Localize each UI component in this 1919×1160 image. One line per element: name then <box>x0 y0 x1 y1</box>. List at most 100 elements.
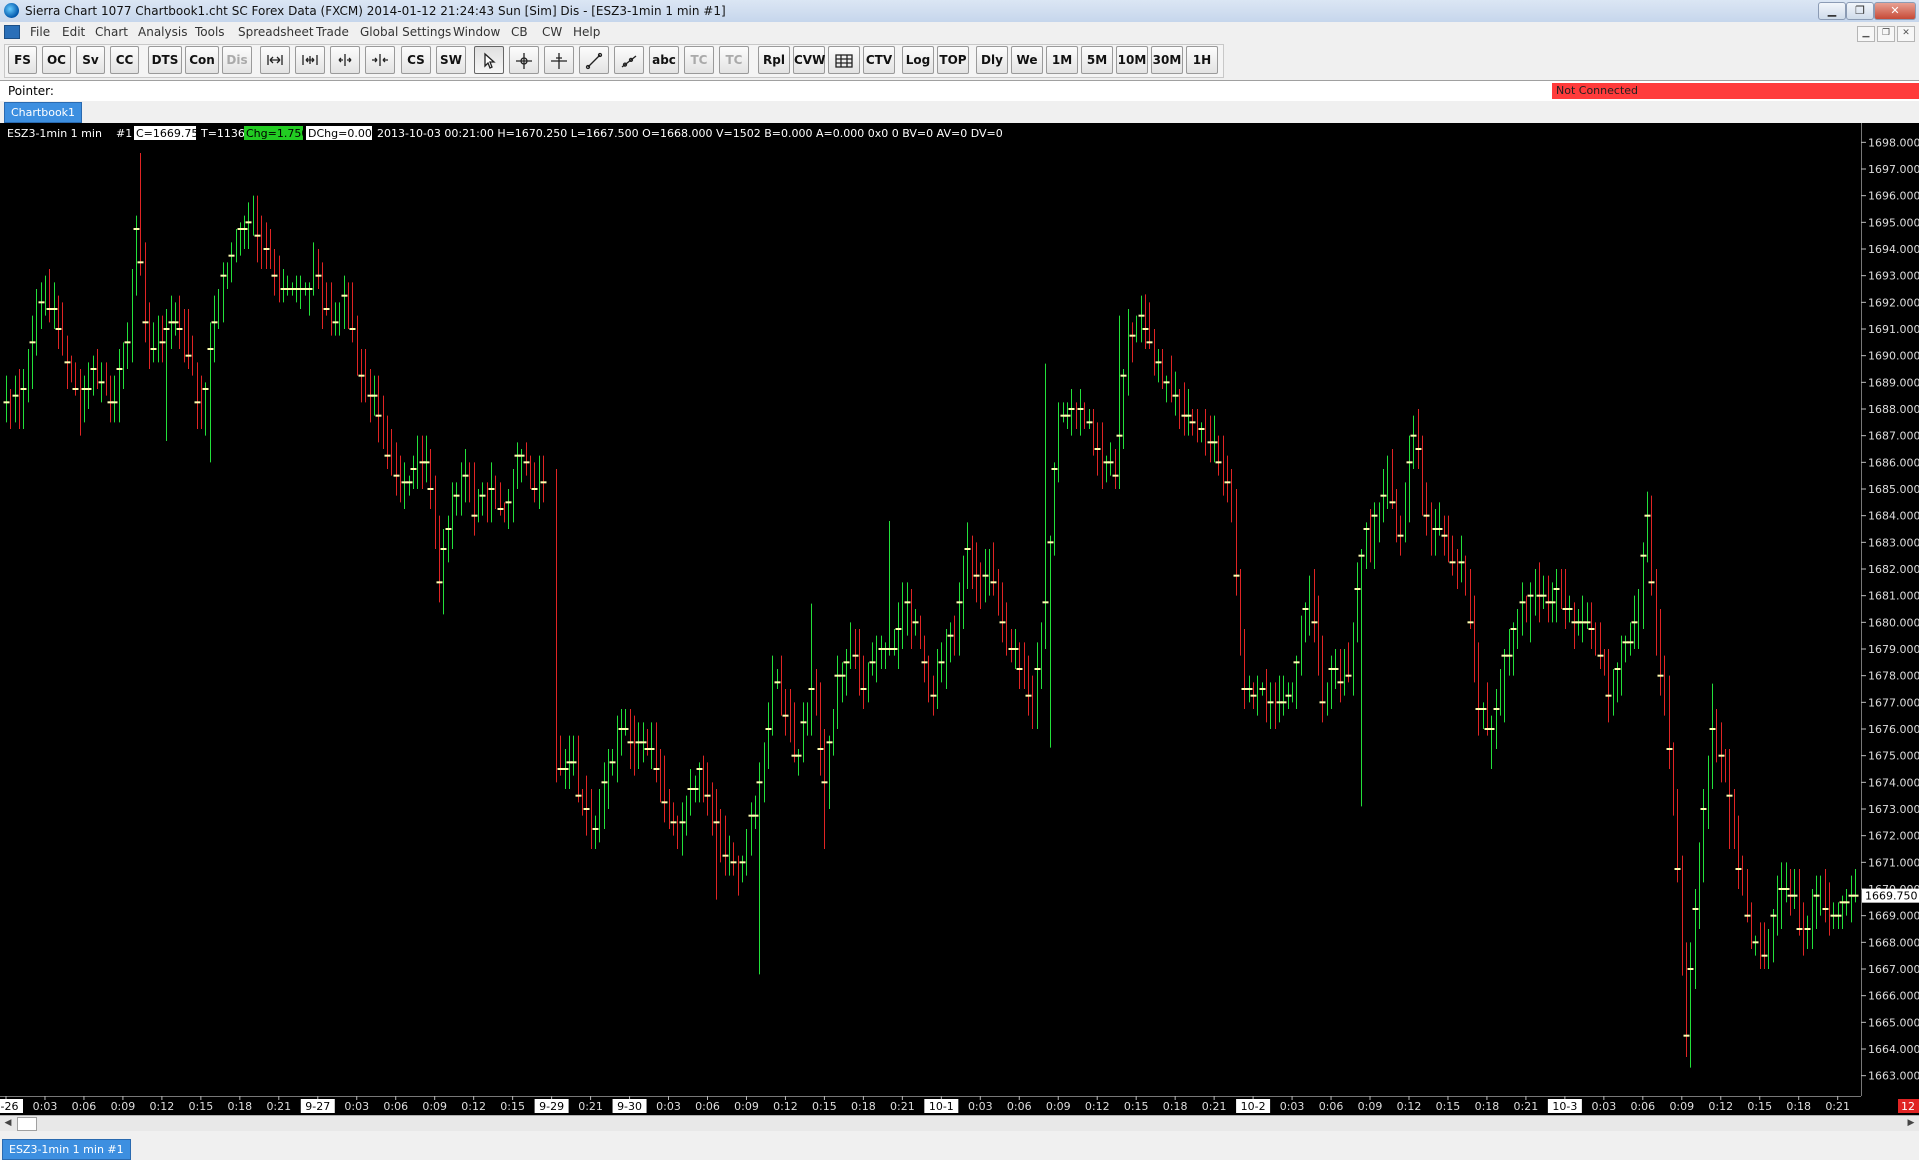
y-tick-label: 1680.000 <box>1868 616 1919 629</box>
fit-width-button[interactable] <box>260 46 290 74</box>
menu-chart[interactable]: Chart <box>95 25 128 39</box>
toolbar-button-abc[interactable]: abc <box>649 46 679 74</box>
toolbar-button-we[interactable]: We <box>1011 46 1043 74</box>
y-tick-label: 1684.000 <box>1868 510 1919 523</box>
x-tick-label: 0:09 <box>1669 1100 1694 1113</box>
menu-cw[interactable]: CW <box>542 25 562 39</box>
zoom-out-bars-button[interactable] <box>365 46 395 74</box>
x-tick-label: 0:15 <box>189 1100 214 1113</box>
restore-button[interactable]: ❐ <box>1846 2 1874 20</box>
x-tick-label: 0:12 <box>1708 1100 1733 1113</box>
toolbar-button-30m[interactable]: 30M <box>1151 46 1183 74</box>
toolbar-button-5m[interactable]: 5M <box>1081 46 1113 74</box>
draw-ray-button[interactable] <box>614 46 644 74</box>
trade-dom-button[interactable] <box>828 46 860 74</box>
toolbar-button-cvw[interactable]: CVW <box>793 46 825 74</box>
x-tick-label: 0:06 <box>1007 1100 1032 1113</box>
draw-line-icon <box>585 52 603 70</box>
toolbar-button-dis[interactable]: Dis <box>222 46 252 74</box>
zoom-in-bars-button[interactable] <box>330 46 360 74</box>
y-tick-label: 1694.000 <box>1868 243 1919 256</box>
toolbar-button-dts[interactable]: DTS <box>148 46 182 74</box>
toolbar-button-10m[interactable]: 10M <box>1116 46 1148 74</box>
scroll-left-icon[interactable]: ◀ <box>2 1117 14 1129</box>
app-logo-icon <box>4 3 19 18</box>
menu-edit[interactable]: Edit <box>62 25 85 39</box>
menu-global-settings[interactable]: Global Settings <box>360 25 451 39</box>
menu-analysis[interactable]: Analysis <box>138 25 187 39</box>
chart-area[interactable]: 1663.000 1664.000 1665.000 1666.000 1667.000… <box>0 123 1919 1115</box>
x-tick-label: 0:15 <box>500 1100 525 1113</box>
chartbook-icon[interactable] <box>4 25 20 39</box>
toolbar-button-sv[interactable]: Sv <box>76 46 105 74</box>
menu-tools[interactable]: Tools <box>195 25 225 39</box>
x-tick-label: 0:06 <box>695 1100 720 1113</box>
draw-line-button[interactable] <box>579 46 609 74</box>
x-tick-label: 0:21 <box>578 1100 603 1113</box>
x-tick-label: 9-29 <box>539 1100 564 1113</box>
expand-width-button[interactable] <box>295 46 325 74</box>
scroll-right-icon[interactable]: ▶ <box>1905 1117 1917 1129</box>
y-tick-label: 1693.000 <box>1868 270 1919 283</box>
close-button[interactable]: ✕ <box>1874 2 1916 20</box>
value-line-button[interactable] <box>544 46 574 74</box>
menu-file[interactable]: File <box>30 25 50 39</box>
x-tick-label: 0:15 <box>1436 1100 1461 1113</box>
y-tick-label: 1663.000 <box>1868 1070 1919 1083</box>
x-tick-label: 0:09 <box>111 1100 136 1113</box>
toolbar-button-tc2[interactable]: TC 2 <box>719 46 749 94</box>
x-tick-label: 0:03 <box>33 1100 58 1113</box>
scroll-thumb[interactable] <box>17 1117 37 1131</box>
horizontal-scrollbar[interactable]: ◀ ▶ <box>0 1115 1919 1131</box>
crosshair-button[interactable] <box>509 46 539 74</box>
menu-help[interactable]: Help <box>573 25 600 39</box>
y-tick-label: 1671.000 <box>1868 856 1919 869</box>
toolbar-button-oc[interactable]: OC <box>42 46 71 74</box>
toolbar-button-log[interactable]: Log <box>902 46 934 74</box>
toolbar-button-top[interactable]: TOP <box>937 46 969 74</box>
menu-window[interactable]: Window <box>453 25 500 39</box>
x-tick-label: 0:12 <box>1085 1100 1110 1113</box>
menu-cb[interactable]: CB <box>511 25 528 39</box>
menu-trade[interactable]: Trade <box>316 25 349 39</box>
toolbar-button-sw[interactable]: SW <box>436 46 466 74</box>
zoom-in-bars-icon <box>338 54 352 66</box>
mdi-minimize-button[interactable]: ▁ <box>1857 26 1875 42</box>
x-tick-label: 0:15 <box>812 1100 837 1113</box>
x-tick-label: 0:09 <box>1046 1100 1071 1113</box>
toolbar-button-con[interactable]: Con <box>185 46 219 74</box>
price-chart[interactable]: 1663.000 1664.000 1665.000 1666.000 1667.000… <box>0 123 1919 1115</box>
toolbar-button-tc1[interactable]: TC 1 <box>684 46 714 94</box>
y-tick-label: 1691.000 <box>1868 323 1919 336</box>
y-tick-label: 1685.000 <box>1868 483 1919 496</box>
mdi-restore-button[interactable]: ❐ <box>1877 26 1895 42</box>
info-dchange: DChg=0.000 <box>308 127 379 140</box>
y-tick-label: 1688.000 <box>1868 403 1919 416</box>
tab-esz3-chart[interactable]: ESZ3-1min 1 min #1 <box>2 1139 131 1160</box>
x-tick-label: 0:18 <box>227 1100 252 1113</box>
toolbar-button-cc[interactable]: CC <box>110 46 139 74</box>
y-tick-label: 1698.000 <box>1868 136 1919 149</box>
minimize-button[interactable]: ▁ <box>1818 2 1846 20</box>
x-tick-label: 0:03 <box>656 1100 681 1113</box>
toolbar-button-rpl[interactable]: Rpl <box>758 46 790 74</box>
toolbar-button-1m[interactable]: 1M <box>1046 46 1078 74</box>
x-tick-label: 10-3 <box>1552 1100 1577 1113</box>
toolbar-button-dly[interactable]: Dly <box>976 46 1008 74</box>
menu-spreadsheet[interactable]: Spreadsheet <box>238 25 314 39</box>
mdi-close-button[interactable]: ✕ <box>1897 26 1915 42</box>
y-tick-label: 1687.000 <box>1868 430 1919 443</box>
x-tick-label: 0:21 <box>890 1100 915 1113</box>
toolbar-button-cs[interactable]: CS <box>401 46 431 74</box>
y-tick-label: 1696.000 <box>1868 190 1919 203</box>
toolbar-button-1h[interactable]: 1H <box>1186 46 1218 74</box>
y-tick-label: 1665.000 <box>1868 1016 1919 1029</box>
toolbar-button-fs[interactable]: FS <box>8 46 37 74</box>
info-trades: T=1136 <box>200 127 245 140</box>
tab-chartbook1[interactable]: Chartbook1 <box>4 102 83 123</box>
toolbar-button-ctv[interactable]: CTV <box>863 46 895 74</box>
title-bar: Sierra Chart 1077 Chartbook1.cht SC Fore… <box>0 0 1919 23</box>
pointer-button[interactable] <box>474 46 504 74</box>
chartbook-tab-strip: Chartbook1 <box>0 101 1919 123</box>
x-tick-label: 10-1 <box>929 1100 954 1113</box>
